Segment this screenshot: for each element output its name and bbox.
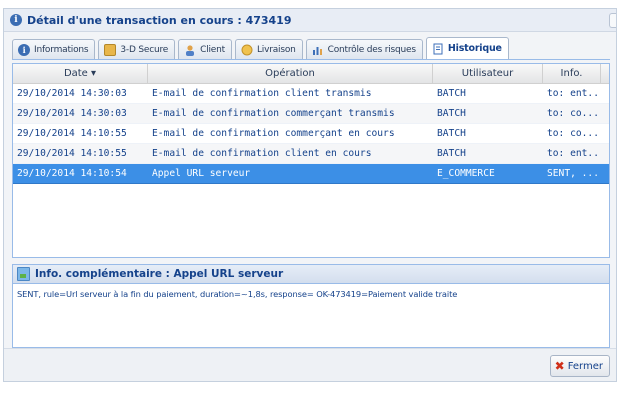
tab-informations[interactable]: i Informations bbox=[12, 39, 96, 59]
table-row[interactable]: 29/10/2014 14:10:55 E-mail de confirmati… bbox=[13, 124, 609, 144]
close-icon: ✖ bbox=[554, 359, 565, 373]
column-header-user[interactable]: Utilisateur bbox=[433, 64, 543, 83]
cell-date: 29/10/2014 14:10:54 bbox=[17, 168, 127, 179]
cell-date: 29/10/2014 14:30:03 bbox=[17, 88, 127, 99]
info-panel-header: Info. complémentaire : Appel URL serveur bbox=[13, 265, 609, 284]
cell-info: to: co... bbox=[547, 128, 599, 139]
info-panel-text: SENT, rule=Url serveur à la fin du paiem… bbox=[17, 289, 458, 299]
cell-operation: E-mail de confirmation commerçant transm… bbox=[152, 108, 395, 119]
cell-operation: E-mail de confirmation client en cours bbox=[152, 148, 372, 159]
tab-label: Contrôle des risques bbox=[327, 44, 416, 55]
cell-info: to: co... bbox=[547, 108, 599, 119]
cell-user: BATCH bbox=[437, 88, 466, 99]
grid-header: Date ▾ Opération Utilisateur Info. bbox=[13, 64, 609, 84]
tab-bar: i Informations 3-D Secure Client Livrais… bbox=[12, 37, 610, 60]
tab-label: Livraison bbox=[256, 44, 296, 55]
tab-label: Historique bbox=[447, 43, 502, 54]
cell-info: to: ent... bbox=[547, 148, 601, 159]
table-row-selected[interactable]: 29/10/2014 14:10:54 Appel URL serveur E_… bbox=[13, 164, 609, 184]
window-footer: ✖ Fermer bbox=[4, 348, 616, 381]
tab-label: Client bbox=[200, 44, 225, 55]
column-header-info[interactable]: Info. bbox=[543, 64, 601, 83]
additional-info-panel: Info. complémentaire : Appel URL serveur… bbox=[12, 264, 610, 348]
column-header-operation[interactable]: Opération bbox=[148, 64, 433, 83]
tab-label: Informations bbox=[34, 44, 89, 55]
3d-secure-icon bbox=[104, 43, 117, 56]
tab-historique[interactable]: Historique bbox=[425, 37, 509, 59]
cell-operation: Appel URL serveur bbox=[152, 168, 251, 179]
cell-operation: E-mail de confirmation client transmis bbox=[152, 88, 372, 99]
table-row[interactable]: 29/10/2014 14:30:03 E-mail de confirmati… bbox=[13, 84, 609, 104]
document-icon bbox=[17, 267, 30, 281]
window-title: Détail d'une transaction en cours : 4734… bbox=[27, 13, 292, 27]
cell-date: 29/10/2014 14:10:55 bbox=[17, 128, 127, 139]
cell-date: 29/10/2014 14:30:03 bbox=[17, 108, 127, 119]
info-panel-title: Info. complémentaire : Appel URL serveur bbox=[35, 268, 284, 280]
close-button[interactable]: ✖ Fermer bbox=[549, 355, 610, 377]
history-grid: Date ▾ Opération Utilisateur Info. 29/10… bbox=[12, 63, 610, 258]
info-icon: i bbox=[18, 43, 30, 56]
history-icon bbox=[432, 43, 444, 55]
cell-user: BATCH bbox=[437, 148, 466, 159]
tab-client[interactable]: Client bbox=[178, 39, 232, 59]
info-icon: i bbox=[10, 14, 22, 26]
tab-controle-risques[interactable]: Contrôle des risques bbox=[305, 39, 423, 59]
cell-date: 29/10/2014 14:10:55 bbox=[17, 148, 127, 159]
cell-user: E_COMMERCE bbox=[437, 168, 495, 179]
tab-label: 3-D Secure bbox=[120, 44, 169, 55]
risk-control-icon bbox=[312, 44, 324, 56]
cell-info: SENT, ... bbox=[547, 168, 599, 179]
client-icon bbox=[184, 44, 196, 56]
transaction-detail-window: i Détail d'une transaction en cours : 47… bbox=[3, 8, 617, 382]
cell-info: to: ent... bbox=[547, 88, 601, 99]
cell-user: BATCH bbox=[437, 128, 466, 139]
cell-operation: E-mail de confirmation commerçant en cou… bbox=[152, 128, 395, 139]
cell-user: BATCH bbox=[437, 108, 466, 119]
table-row[interactable]: 29/10/2014 14:30:03 E-mail de confirmati… bbox=[13, 104, 609, 124]
table-row[interactable]: 29/10/2014 14:10:55 E-mail de confirmati… bbox=[13, 144, 609, 164]
delivery-icon bbox=[241, 44, 253, 56]
tab-livraison[interactable]: Livraison bbox=[234, 39, 303, 59]
window-close-button[interactable] bbox=[609, 13, 616, 28]
close-button-label: Fermer bbox=[567, 360, 603, 372]
column-header-date[interactable]: Date ▾ bbox=[13, 64, 148, 83]
tab-3d-secure[interactable]: 3-D Secure bbox=[98, 39, 176, 59]
window-titlebar: i Détail d'une transaction en cours : 47… bbox=[4, 9, 616, 32]
